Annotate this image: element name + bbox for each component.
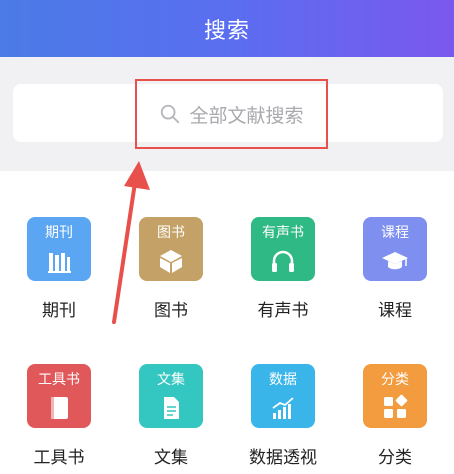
- caption-audiobooks[interactable]: 有声书: [233, 296, 333, 321]
- caption-categories[interactable]: 分类: [345, 443, 445, 468]
- tile-periodicals[interactable]: 期刊: [27, 217, 91, 281]
- box-icon: [160, 250, 182, 273]
- category-icon: [384, 394, 408, 418]
- document-icon: [164, 397, 179, 419]
- tile-audiobooks[interactable]: 有声书: [251, 217, 315, 281]
- tile-categories[interactable]: 分类: [363, 364, 427, 428]
- header-bar: 搜索: [0, 0, 454, 57]
- book-icon: [51, 397, 68, 419]
- caption-periodicals[interactable]: 期刊: [9, 296, 109, 321]
- tile-collections[interactable]: 文集: [139, 364, 203, 428]
- tile-label: 图书: [157, 225, 185, 241]
- category-grid: 期刊 期刊 图书 图书 有声书 有声书 课程 课程 工具书 工具书 文集 文集 …: [0, 171, 454, 474]
- bar-chart-icon: [272, 397, 294, 419]
- tile-label: 有声书: [262, 225, 304, 241]
- search-placeholder: 全部文献搜索: [189, 104, 304, 127]
- headphones-icon: [272, 250, 294, 272]
- caption-books[interactable]: 图书: [121, 296, 221, 321]
- caption-collections[interactable]: 文集: [121, 443, 221, 468]
- tile-label: 工具书: [38, 372, 80, 388]
- tile-label: 分类: [381, 372, 409, 388]
- tile-reference-books[interactable]: 工具书: [27, 364, 91, 428]
- tile-label: 课程: [381, 225, 409, 241]
- caption-courses[interactable]: 课程: [345, 296, 445, 321]
- caption-data-pivot[interactable]: 数据透视: [233, 443, 333, 468]
- page-title: 搜索: [203, 18, 250, 44]
- search-highlight-box[interactable]: 全部文献搜索: [135, 79, 328, 149]
- tile-label: 数据: [269, 372, 297, 388]
- tile-books[interactable]: 图书: [139, 217, 203, 281]
- search-icon: [161, 104, 180, 124]
- books-icon: [48, 253, 71, 273]
- tile-data-pivot[interactable]: 数据: [251, 364, 315, 428]
- tile-courses[interactable]: 课程: [363, 217, 427, 281]
- tile-label: 文集: [157, 372, 185, 388]
- caption-reference-books[interactable]: 工具书: [9, 443, 109, 468]
- tile-label: 期刊: [45, 225, 73, 241]
- graduation-cap-icon: [382, 252, 408, 270]
